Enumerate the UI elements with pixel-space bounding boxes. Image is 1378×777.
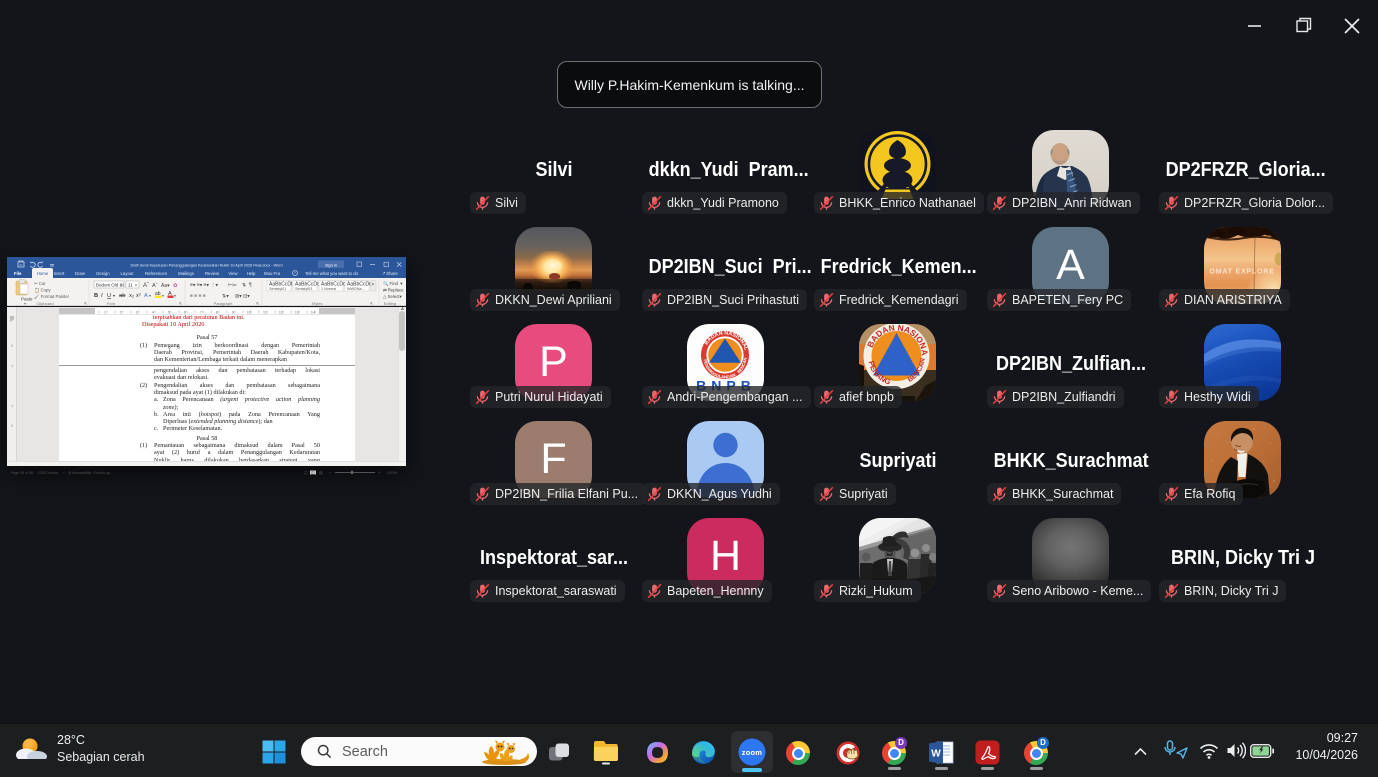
svg-text:⇅: ⇅ bbox=[242, 283, 246, 289]
svg-text:I: I bbox=[101, 293, 103, 299]
svg-text:1: 1 bbox=[104, 310, 107, 315]
svg-text:Aa▾: Aa▾ bbox=[161, 283, 170, 289]
svg-text:14: 14 bbox=[311, 310, 316, 315]
svg-text:2: 2 bbox=[11, 423, 14, 428]
svg-text:Draw: Draw bbox=[75, 271, 86, 276]
svg-text:WWDNa...: WWDNa... bbox=[347, 287, 365, 291]
svg-text:10: 10 bbox=[247, 310, 252, 315]
svg-text:Styles: Styles bbox=[312, 301, 323, 306]
svg-text:Mou Fra: Mou Fra bbox=[264, 271, 281, 276]
svg-text:⇱: ⇱ bbox=[179, 301, 183, 306]
svg-text:+: + bbox=[378, 470, 381, 475]
svg-text:▾: ▾ bbox=[149, 293, 151, 298]
svg-text:✿: ✿ bbox=[173, 282, 178, 289]
svg-text:✂ Cut: ✂ Cut bbox=[34, 281, 46, 286]
svg-text:A: A bbox=[144, 293, 148, 299]
svg-text:⇱: ⇱ bbox=[256, 301, 260, 306]
svg-text:≡▾ ≡▾ ≡▾ ⋮▾: ≡▾ ≡▾ ≡▾ ⋮▾ bbox=[190, 283, 218, 289]
svg-text:▾: ▾ bbox=[120, 283, 122, 288]
svg-text:11: 11 bbox=[128, 283, 133, 288]
svg-text:◫: ◫ bbox=[311, 471, 315, 475]
svg-text:1: 1 bbox=[11, 403, 14, 408]
svg-text:File: File bbox=[14, 271, 22, 276]
svg-text:🖌 Format Painter: 🖌 Format Painter bbox=[34, 294, 70, 299]
svg-text:Senlstyl01: Senlstyl01 bbox=[269, 287, 286, 291]
svg-text:¶: ¶ bbox=[249, 283, 252, 289]
svg-text:Design: Design bbox=[96, 271, 110, 276]
svg-text:🔍 Find ▾: 🔍 Find ▾ bbox=[383, 280, 402, 286]
svg-text:References: References bbox=[145, 271, 167, 276]
svg-text:Font: Font bbox=[107, 301, 116, 306]
svg-text:△ Select▾: △ Select▾ bbox=[383, 294, 402, 299]
svg-text:⊢⊨: ⊢⊨ bbox=[228, 282, 237, 289]
svg-text:▾: ▾ bbox=[162, 293, 164, 298]
svg-text:▾: ▾ bbox=[372, 282, 374, 287]
svg-text:Layout: Layout bbox=[121, 271, 135, 276]
svg-text:1: 1 bbox=[11, 363, 14, 368]
svg-text:2: 2 bbox=[120, 310, 123, 315]
svg-text:⇅▾: ⇅▾ bbox=[222, 294, 229, 300]
svg-text:4: 4 bbox=[152, 310, 155, 315]
svg-text:⇱: ⇱ bbox=[84, 301, 88, 306]
svg-text:5: 5 bbox=[168, 310, 171, 315]
svg-text:◫: ◫ bbox=[304, 471, 308, 475]
svg-text:12: 12 bbox=[279, 310, 284, 315]
svg-text:Tell me what you want to do: Tell me what you want to do bbox=[305, 271, 359, 276]
svg-text:⊞▾ ⊟▾: ⊞▾ ⊟▾ bbox=[235, 294, 250, 300]
svg-text:▾: ▾ bbox=[113, 293, 115, 298]
svg-text:Paste: Paste bbox=[21, 297, 33, 302]
svg-text:x²: x² bbox=[136, 293, 141, 299]
svg-text:9: 9 bbox=[232, 310, 235, 315]
svg-text:120%: 120% bbox=[387, 470, 398, 475]
svg-text:U: U bbox=[107, 293, 111, 299]
svg-text:ab: ab bbox=[119, 293, 125, 299]
svg-text:7: 7 bbox=[200, 310, 203, 315]
svg-text:Home: Home bbox=[37, 271, 49, 276]
svg-text:▾: ▾ bbox=[24, 301, 26, 306]
svg-text:Sign in: Sign in bbox=[325, 262, 337, 267]
svg-text:▾: ▾ bbox=[135, 283, 137, 288]
svg-text:Senlstyl03: Senlstyl03 bbox=[295, 287, 312, 291]
svg-text:Editing: Editing bbox=[384, 301, 396, 306]
svg-text:▾: ▾ bbox=[174, 293, 176, 298]
svg-text:Aˇ: Aˇ bbox=[152, 283, 158, 289]
svg-text:Review: Review bbox=[205, 271, 220, 276]
svg-text:Insert: Insert bbox=[54, 271, 66, 276]
svg-text:8: 8 bbox=[216, 310, 219, 315]
svg-text:−: − bbox=[329, 470, 332, 475]
svg-text:Clipboard: Clipboard bbox=[36, 301, 53, 306]
svg-text:1 Normal: 1 Normal bbox=[321, 287, 336, 291]
svg-text:Help: Help bbox=[247, 271, 256, 276]
svg-text:Paragraph: Paragraph bbox=[214, 301, 233, 306]
svg-text:📋 Copy: 📋 Copy bbox=[34, 288, 51, 293]
svg-text:OMAT EXPLORE: OMAT EXPLORE bbox=[1209, 269, 1274, 276]
svg-text:⇱: ⇱ bbox=[370, 301, 374, 306]
svg-text:🡕 Share: 🡕 Share bbox=[382, 271, 398, 276]
svg-text:View: View bbox=[228, 271, 238, 276]
svg-text:▧: ▧ bbox=[319, 471, 323, 475]
svg-text:x₂: x₂ bbox=[129, 293, 134, 299]
svg-text:B: B bbox=[94, 293, 98, 299]
svg-text:Mailings: Mailings bbox=[178, 271, 194, 276]
svg-text:6: 6 bbox=[184, 310, 187, 315]
svg-text:≡ ≡ ≡ ≡: ≡ ≡ ≡ ≡ bbox=[190, 294, 206, 300]
svg-text:W: W bbox=[931, 749, 941, 760]
svg-text:3: 3 bbox=[136, 310, 139, 315]
svg-text:Draft Surat Keputusan Penanggu: Draft Surat Keputusan Penanggulangan Ked… bbox=[130, 264, 282, 268]
svg-text:13: 13 bbox=[295, 310, 300, 315]
svg-text:2: 2 bbox=[11, 343, 14, 348]
svg-text:Page 25 of 58 23342 words: Page 25 of 58 23342 words ☿ ⚙ Accessibil… bbox=[11, 471, 110, 475]
svg-text:zoom: zoom bbox=[742, 748, 763, 757]
svg-text:Aˆ: Aˆ bbox=[143, 283, 149, 289]
svg-text:⇄ Replace: ⇄ Replace bbox=[383, 288, 404, 293]
